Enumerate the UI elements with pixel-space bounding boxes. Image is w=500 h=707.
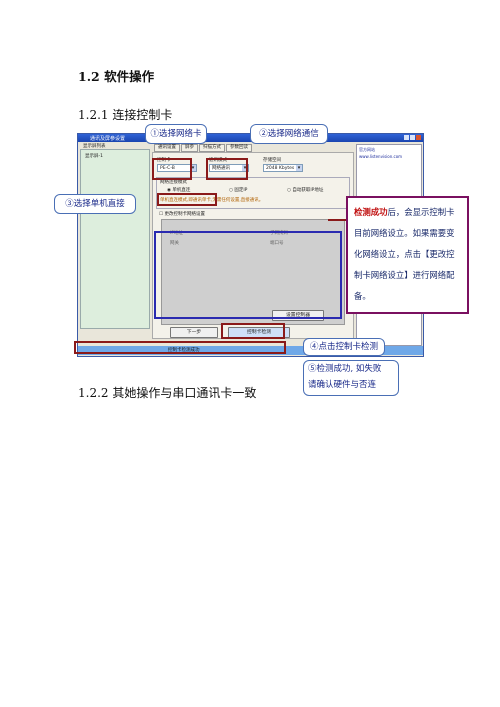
- tab-comm[interactable]: 通讯设置: [154, 144, 180, 152]
- subsection-title-other: 1.2.2 其她操作与串口通讯卡一致: [78, 386, 257, 400]
- callout-detect-success: 检测成功后，会显示控制卡目前网络设立。如果需要变化网络设立，点击【更改控制卡网络…: [346, 196, 469, 314]
- tab-params[interactable]: 屏参: [181, 144, 198, 152]
- callout-step3: ③选择单机直接: [54, 194, 136, 214]
- minimize-icon[interactable]: [404, 135, 409, 140]
- next-button[interactable]: 下一步: [170, 327, 218, 338]
- radio-fixed-ip[interactable]: ○ 固定IP: [229, 187, 247, 193]
- radio-auto-ip[interactable]: ○ 自动获取IP地址: [287, 187, 323, 193]
- tree-node-screen1[interactable]: 显示屏-1: [85, 153, 103, 159]
- info-url[interactable]: www.listenvision.com: [357, 154, 421, 159]
- storage-label: 存储空间: [263, 158, 281, 163]
- window-controls: [403, 135, 421, 141]
- window-title: 通讯及屏参设置: [90, 136, 126, 142]
- screen-list-tree[interactable]: 显示屏列表 显示屏-1: [80, 144, 150, 329]
- highlight-detect-button: [221, 323, 285, 339]
- tab-bar: 通讯设置 屏参 扫描方式 参数回读: [154, 144, 253, 152]
- callout-step2: ②选择网络通信: [250, 124, 328, 144]
- highlight-comm-select: [206, 158, 248, 180]
- connector-line: [328, 219, 348, 221]
- highlight-net-settings: [154, 231, 342, 319]
- tree-label: 显示屏列表: [83, 144, 106, 149]
- callout-step4: ④点击控制卡检测: [303, 338, 385, 356]
- tab-scan[interactable]: 扫描方式: [199, 144, 225, 152]
- info-title: 官方网站: [359, 147, 375, 152]
- storage-field: 2048 Kbytes: [263, 164, 303, 172]
- subsection-title-connect: 1.2.1 连接控制卡: [78, 108, 173, 122]
- change-net-checkbox[interactable]: ☐ 更改控制卡网络设置: [159, 211, 205, 217]
- highlight-card-select: [152, 158, 192, 180]
- callout-step1: ①选择网络卡: [145, 124, 207, 144]
- maximize-icon[interactable]: [410, 135, 415, 140]
- section-title: 1.2 软件操作: [78, 69, 155, 84]
- callout-step5: ⑤检测成功, 如失败 请确认硬件与否连: [303, 360, 399, 396]
- highlight-direct-radio: [157, 193, 217, 206]
- tab-readback[interactable]: 参数回读: [226, 144, 252, 152]
- highlight-status-bar: [74, 341, 286, 354]
- close-icon[interactable]: [416, 135, 421, 140]
